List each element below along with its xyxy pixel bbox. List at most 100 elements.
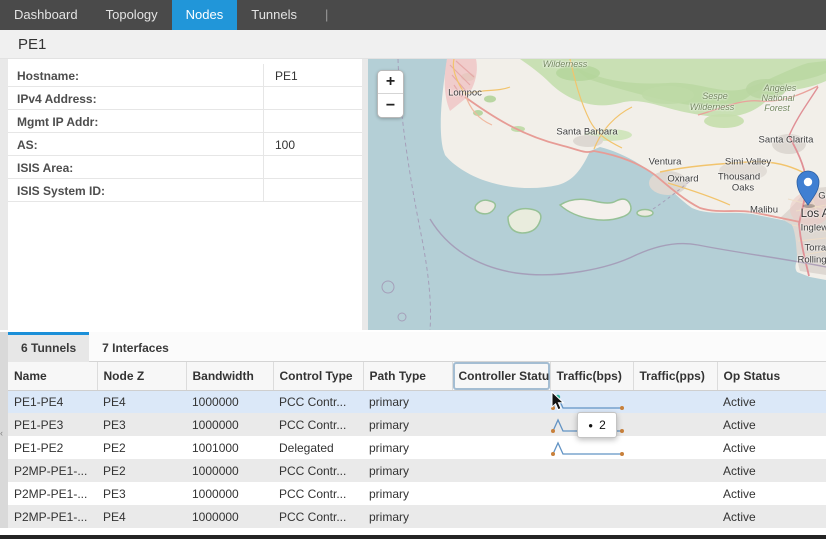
cell-controller-status bbox=[452, 482, 550, 505]
tunnel-row-pe1-pe3-pe3[interactable]: PE1-PE3PE31000000PCC Contr...primaryActi… bbox=[8, 413, 826, 436]
column-header-name[interactable]: Name bbox=[8, 362, 97, 390]
detail-row-hostname: Hostname:PE1 bbox=[8, 64, 362, 87]
cell-traffic-bps bbox=[550, 390, 633, 413]
cell-node-z: PE2 bbox=[97, 436, 186, 459]
field-label: ISIS Area: bbox=[8, 156, 263, 178]
cell-controller-status bbox=[452, 413, 550, 436]
column-header-path-type[interactable]: Path Type bbox=[363, 362, 452, 390]
field-value bbox=[263, 110, 362, 132]
lower-tabstrip: 6 Tunnels7 Interfaces bbox=[8, 332, 826, 362]
field-label: ISIS System ID: bbox=[8, 179, 263, 201]
cell-name: P2MP-PE1-... bbox=[8, 505, 97, 528]
cell-path-type: primary bbox=[363, 505, 452, 528]
cell-node-z: PE3 bbox=[97, 413, 186, 436]
cell-controller-status bbox=[452, 505, 550, 528]
cell-path-type: primary bbox=[363, 413, 452, 436]
nav-tab-tunnels[interactable]: Tunnels bbox=[237, 0, 311, 30]
map-panel[interactable]: WildernessLompocSanta BarbaraSespeWilder… bbox=[368, 59, 826, 330]
cell-traffic-pps bbox=[633, 459, 717, 482]
tab-7-interfaces[interactable]: 7 Interfaces bbox=[89, 332, 182, 362]
cell-traffic-bps bbox=[550, 505, 633, 528]
column-header-controller-status[interactable]: Controller Status bbox=[452, 362, 550, 390]
column-header-node-z[interactable]: Node Z bbox=[97, 362, 186, 390]
cell-traffic-pps bbox=[633, 390, 717, 413]
cell-traffic-pps bbox=[633, 505, 717, 528]
cell-op-status: Active bbox=[717, 459, 826, 482]
detail-row-mgmt-ip-addr: Mgmt IP Addr: bbox=[8, 110, 362, 133]
cell-bandwidth: 1000000 bbox=[186, 390, 273, 413]
cell-traffic-pps bbox=[633, 482, 717, 505]
cell-bandwidth: 1000000 bbox=[186, 413, 273, 436]
cell-node-z: PE4 bbox=[97, 505, 186, 528]
detail-row-ipv4-address: IPv4 Address: bbox=[8, 87, 362, 110]
nav-tab-nodes[interactable]: Nodes bbox=[172, 0, 238, 30]
tunnel-row-pe1-pe4-pe4[interactable]: PE1-PE4PE41000000PCC Contr...primaryActi… bbox=[8, 390, 826, 413]
tooltip-value: 2 bbox=[599, 418, 606, 432]
column-header-traffic-bps[interactable]: Traffic(bps) bbox=[550, 362, 633, 390]
cell-control-type: Delegated bbox=[273, 436, 363, 459]
cell-bandwidth: 1000000 bbox=[186, 505, 273, 528]
cell-name: P2MP-PE1-... bbox=[8, 482, 97, 505]
cell-bandwidth: 1000000 bbox=[186, 482, 273, 505]
cell-control-type: PCC Contr... bbox=[273, 459, 363, 482]
cell-traffic-bps bbox=[550, 436, 633, 459]
cell-op-status: Active bbox=[717, 436, 826, 459]
cell-traffic-bps bbox=[550, 459, 633, 482]
column-header-control-type[interactable]: Control Type bbox=[273, 362, 363, 390]
nav-separator: | bbox=[319, 0, 334, 30]
cell-controller-status bbox=[452, 436, 550, 459]
field-value: PE1 bbox=[263, 64, 362, 86]
column-header-op-status[interactable]: Op Status bbox=[717, 362, 826, 390]
cell-name: P2MP-PE1-... bbox=[8, 459, 97, 482]
cell-path-type: primary bbox=[363, 459, 452, 482]
cell-controller-status bbox=[452, 459, 550, 482]
tunnels-panel: ‹ 6 Tunnels7 Interfaces NameNode ZBandwi… bbox=[0, 330, 826, 535]
field-value bbox=[263, 179, 362, 201]
tab-6-tunnels[interactable]: 6 Tunnels bbox=[8, 332, 89, 362]
tooltip-dot-icon: ● bbox=[588, 421, 593, 430]
cell-control-type: PCC Contr... bbox=[273, 505, 363, 528]
cell-controller-status bbox=[452, 390, 550, 413]
panel-collapse-handle[interactable]: ‹ bbox=[0, 332, 8, 528]
field-label: AS: bbox=[8, 133, 263, 155]
nav-tab-dashboard[interactable]: Dashboard bbox=[0, 0, 92, 30]
column-header-traffic-pps[interactable]: Traffic(pps) bbox=[633, 362, 717, 390]
field-label: Mgmt IP Addr: bbox=[8, 110, 263, 132]
cell-name: PE1-PE4 bbox=[8, 390, 97, 413]
field-label: IPv4 Address: bbox=[8, 87, 263, 109]
tunnel-row-p2mp-pe1-pe2[interactable]: P2MP-PE1-...PE21000000PCC Contr...primar… bbox=[8, 459, 826, 482]
field-value: 100 bbox=[263, 133, 362, 155]
cell-traffic-bps bbox=[550, 482, 633, 505]
tunnel-row-p2mp-pe1-pe4[interactable]: P2MP-PE1-...PE41000000PCC Contr...primar… bbox=[8, 505, 826, 528]
map-zoom-control: + − bbox=[377, 70, 404, 118]
detail-row-isis-area: ISIS Area: bbox=[8, 156, 362, 179]
cell-control-type: PCC Contr... bbox=[273, 413, 363, 436]
tunnel-row-pe1-pe2-pe2[interactable]: PE1-PE2PE21001000Delegatedprimary Active bbox=[8, 436, 826, 459]
cell-bandwidth: 1000000 bbox=[186, 459, 273, 482]
field-label: Hostname: bbox=[8, 64, 263, 86]
map-zoom-out-button[interactable]: − bbox=[378, 94, 403, 117]
column-header-bandwidth[interactable]: Bandwidth bbox=[186, 362, 273, 390]
traffic-sparkline bbox=[550, 394, 628, 412]
collapse-left-icon: ‹ bbox=[0, 428, 3, 438]
sparkline-tooltip: ● 2 bbox=[577, 412, 617, 438]
traffic-sparkline bbox=[550, 440, 628, 458]
cell-name: PE1-PE2 bbox=[8, 436, 97, 459]
nav-tab-topology[interactable]: Topology bbox=[92, 0, 172, 30]
cell-traffic-pps bbox=[633, 413, 717, 436]
cell-bandwidth: 1001000 bbox=[186, 436, 273, 459]
map-zoom-in-button[interactable]: + bbox=[378, 71, 403, 94]
cell-op-status: Active bbox=[717, 505, 826, 528]
page-title-bar: PE1 bbox=[0, 30, 826, 59]
cell-node-z: PE2 bbox=[97, 459, 186, 482]
tunnel-row-p2mp-pe1-pe3[interactable]: P2MP-PE1-...PE31000000PCC Contr...primar… bbox=[8, 482, 826, 505]
tunnels-grid: NameNode ZBandwidthControl TypePath Type… bbox=[8, 362, 826, 528]
cell-path-type: primary bbox=[363, 436, 452, 459]
cell-op-status: Active bbox=[717, 482, 826, 505]
cell-node-z: PE3 bbox=[97, 482, 186, 505]
field-value bbox=[263, 87, 362, 109]
window-bottom-edge bbox=[0, 535, 826, 539]
map-canvas bbox=[368, 59, 826, 330]
cell-control-type: PCC Contr... bbox=[273, 390, 363, 413]
cell-node-z: PE4 bbox=[97, 390, 186, 413]
